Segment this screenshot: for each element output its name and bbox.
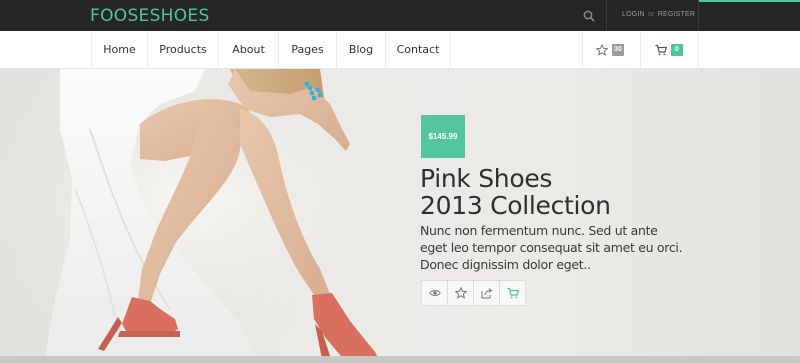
top-divider [698, 0, 699, 31]
price-tag: $145.99 [421, 115, 465, 158]
nav-contact[interactable]: Contact [385, 31, 450, 69]
nav-products[interactable]: Products [147, 31, 218, 69]
login-link[interactable]: LOGIN [622, 11, 645, 18]
top-divider [606, 0, 607, 31]
eye-icon [429, 290, 441, 296]
add-to-cart-button[interactable] [499, 280, 526, 306]
wishlist-count-badge: 30 [612, 44, 624, 56]
hero-title: Pink Shoes 2013 Collection [420, 165, 611, 219]
main-nav: Home Products About Pages Blog Contact 3… [0, 31, 800, 69]
register-link[interactable]: REGISTER [658, 11, 695, 18]
nav-divider [450, 31, 451, 69]
hero-description: Nunc non fermentum nunc. Sed ut ante ege… [420, 223, 683, 272]
nav-pages[interactable]: Pages [278, 31, 336, 69]
cart-widget[interactable]: 0 [640, 31, 699, 69]
hero-bottom-bar [0, 356, 800, 363]
hero-title-line-1: Pink Shoes [420, 164, 553, 193]
top-accent-line [698, 0, 800, 2]
wishlist-button[interactable] [447, 280, 474, 306]
star-icon [596, 44, 608, 56]
site-logo[interactable]: FOOSESHOES [90, 6, 210, 26]
share-icon [481, 288, 493, 299]
cart-count-badge: 0 [671, 44, 683, 56]
search-icon[interactable] [583, 10, 595, 22]
auth-links: LOGIN or REGISTER [622, 11, 695, 18]
hero-title-line-2: 2013 Collection [420, 191, 611, 220]
share-button[interactable] [473, 280, 500, 306]
quick-view-button[interactable] [421, 280, 448, 306]
nav-blog[interactable]: Blog [336, 31, 385, 69]
cart-icon [655, 44, 667, 56]
hero-banner: $145.99 Pink Shoes 2013 Collection Nunc … [0, 69, 800, 356]
add-to-cart-icon [507, 287, 519, 299]
wishlist-widget[interactable]: 30 [582, 31, 640, 69]
top-bar: FOOSESHOES LOGIN or REGISTER [0, 0, 800, 31]
auth-or: or [647, 11, 655, 18]
hero-model-image [0, 69, 420, 356]
nav-about[interactable]: About [218, 31, 278, 69]
product-actions [421, 280, 526, 306]
star-icon [455, 287, 467, 299]
nav-home[interactable]: Home [91, 31, 147, 69]
